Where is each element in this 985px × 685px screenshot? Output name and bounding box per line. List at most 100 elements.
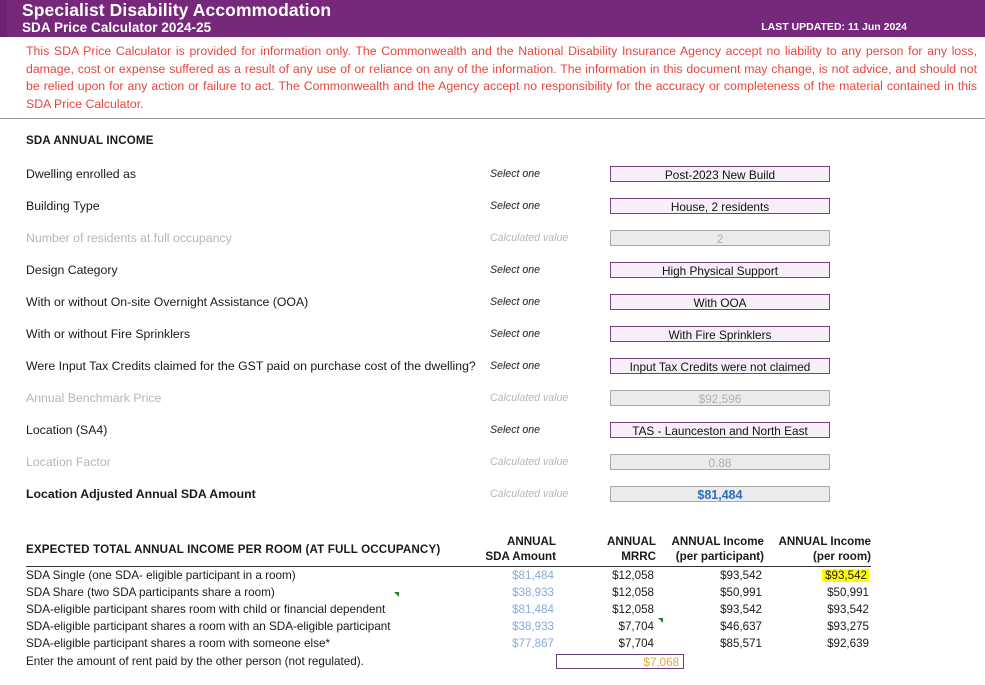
col-line1: ANNUAL Income: [778, 535, 871, 548]
page-title: Specialist Disability Accommodation: [22, 1, 331, 20]
field-hint: Select one: [490, 264, 610, 276]
field-label: With or without Fire Sprinklers: [0, 327, 490, 341]
col-line1: ANNUAL: [607, 535, 656, 548]
field-hint: Select one: [490, 360, 610, 372]
dropdown-fire-sprinklers[interactable]: With Fire Sprinklers: [610, 326, 830, 342]
form-row: Were Input Tax Credits claimed for the G…: [0, 350, 985, 382]
table-row: SDA Share (two SDA participants share a …: [26, 584, 871, 601]
row-label: SDA-eligible participant shares a room w…: [26, 635, 451, 652]
table-row: SDA-eligible participant shares room wit…: [26, 601, 871, 618]
cell-mrrc: $12,058: [556, 567, 656, 585]
form-row: Number of residents at full occupancy Ca…: [0, 222, 985, 254]
dropdown-dwelling-enrolled-as[interactable]: Post-2023 New Build: [610, 166, 830, 182]
form-row: Location Factor Calculated value 0.88: [0, 446, 985, 478]
form-row: Design Category Select one High Physical…: [0, 254, 985, 286]
form-row: Location (SA4) Select one TAS - Launcest…: [0, 414, 985, 446]
col-line2: SDA Amount: [451, 549, 556, 564]
field-hint: Select one: [490, 168, 610, 180]
rent-row-label: Enter the amount of rent paid by the oth…: [26, 652, 451, 671]
form-row: Dwelling enrolled as Select one Post-202…: [0, 158, 985, 190]
field-hint: Calculated value: [490, 488, 610, 500]
table-row: SDA-eligible participant shares a room w…: [26, 635, 871, 652]
cell-per-participant: $85,571: [656, 635, 764, 652]
cell-per-participant: $93,542: [656, 601, 764, 618]
column-header-annual-income-per-participant: ANNUAL Income (per participant): [656, 532, 764, 567]
cell-mrrc: $7,704: [556, 618, 656, 635]
cell-per-room: $50,991: [764, 584, 871, 601]
section-heading: SDA ANNUAL INCOME: [0, 135, 985, 147]
rent-input-cell: [451, 652, 556, 671]
cell-sda-amount: $38,933: [451, 584, 556, 601]
field-hint: Calculated value: [490, 392, 610, 404]
last-updated: LAST UPDATED:11 Jun 2024: [761, 21, 907, 33]
form-row: With or without On-site Overnight Assist…: [0, 286, 985, 318]
cell-per-room: $93,275: [764, 618, 871, 635]
calculated-number-of-residents: 2: [610, 230, 830, 246]
cell-per-room: $93,542: [764, 601, 871, 618]
table-title: EXPECTED TOTAL ANNUAL INCOME PER ROOM (A…: [26, 532, 451, 567]
table-row: SDA-eligible participant shares a room w…: [26, 618, 871, 635]
cell-sda-amount: $81,484: [451, 601, 556, 618]
header-title-group: Specialist Disability Accommodation SDA …: [0, 0, 331, 35]
dropdown-onsite-overnight-assistance[interactable]: With OOA: [610, 294, 830, 310]
field-hint: Select one: [490, 200, 610, 212]
rent-input-row: Enter the amount of rent paid by the oth…: [26, 652, 871, 671]
field-label: Location Adjusted Annual SDA Amount: [0, 487, 490, 501]
column-header-annual-mrrc: ANNUAL MRRC: [556, 532, 656, 567]
field-hint: Select one: [490, 296, 610, 308]
field-hint: Calculated value: [490, 456, 610, 468]
field-label: Number of residents at full occupancy: [0, 231, 490, 245]
cell-value: $7,704: [619, 620, 654, 633]
form-row: Location Adjusted Annual SDA Amount Calc…: [0, 478, 985, 510]
last-updated-label: LAST UPDATED:: [761, 21, 845, 33]
table-row: SDA Single (one SDA- eligible participan…: [26, 567, 871, 585]
col-line2: (per room): [764, 549, 871, 564]
sda-annual-income-section: SDA ANNUAL INCOME Dwelling enrolled as S…: [0, 119, 985, 510]
row-label: SDA Single (one SDA- eligible participan…: [26, 567, 451, 585]
cell-per-room: $92,639: [764, 635, 871, 652]
dropdown-design-category[interactable]: High Physical Support: [610, 262, 830, 278]
field-label: Location (SA4): [0, 423, 490, 437]
cell-per-room: $93,542: [764, 567, 871, 585]
col-line1: ANNUAL Income: [671, 535, 764, 548]
calculated-location-adjusted-annual-sda-amount: $81,484: [610, 486, 830, 502]
last-updated-value: 11 Jun 2024: [848, 21, 907, 33]
field-hint: Calculated value: [490, 232, 610, 244]
field-label: Annual Benchmark Price: [0, 391, 490, 405]
column-header-annual-sda-amount: ANNUAL SDA Amount: [451, 532, 556, 567]
field-label: Design Category: [0, 263, 490, 277]
rent-amount-input[interactable]: $7,068: [556, 652, 656, 671]
app-header: Specialist Disability Accommodation SDA …: [0, 0, 985, 37]
expected-income-section: EXPECTED TOTAL ANNUAL INCOME PER ROOM (A…: [0, 532, 985, 671]
page-subtitle: SDA Price Calculator 2024-25: [22, 20, 331, 35]
dropdown-building-type[interactable]: House, 2 residents: [610, 198, 830, 214]
cell-sda-amount: $77,867: [451, 635, 556, 652]
form-row: Annual Benchmark Price Calculated value …: [0, 382, 985, 414]
row-label: SDA Share (two SDA participants share a …: [26, 584, 451, 601]
col-line1: ANNUAL: [507, 535, 556, 548]
row-label: SDA-eligible participant shares a room w…: [26, 618, 451, 635]
highlighted-value: $93,542: [822, 569, 869, 582]
cell-mrrc: $7,704: [556, 635, 656, 652]
disclaimer-text: This SDA Price Calculator is provided fo…: [0, 37, 985, 117]
field-hint: Select one: [490, 328, 610, 340]
field-hint: Select one: [490, 424, 610, 436]
cell-per-participant: $46,637: [656, 618, 764, 635]
field-label: Location Factor: [0, 455, 490, 469]
calculated-location-factor: 0.88: [610, 454, 830, 470]
form-row: With or without Fire Sprinklers Select o…: [0, 318, 985, 350]
field-label: Dwelling enrolled as: [0, 167, 490, 181]
dropdown-input-tax-credits[interactable]: Input Tax Credits were not claimed: [610, 358, 830, 374]
dropdown-location-sa4[interactable]: TAS - Launceston and North East: [610, 422, 830, 438]
field-label: With or without On-site Overnight Assist…: [0, 295, 490, 309]
calculated-annual-benchmark-price: $92,596: [610, 390, 830, 406]
field-label: Were Input Tax Credits claimed for the G…: [0, 359, 490, 373]
expected-income-table: EXPECTED TOTAL ANNUAL INCOME PER ROOM (A…: [26, 532, 871, 671]
field-label: Building Type: [0, 199, 490, 213]
col-line2: MRRC: [556, 549, 656, 564]
row-label: SDA-eligible participant shares room wit…: [26, 601, 451, 618]
cell-sda-amount: $38,933: [451, 618, 556, 635]
column-header-annual-income-per-room: ANNUAL Income (per room): [764, 532, 871, 567]
col-line2: (per participant): [656, 549, 764, 564]
comment-marker-icon: [394, 592, 399, 597]
